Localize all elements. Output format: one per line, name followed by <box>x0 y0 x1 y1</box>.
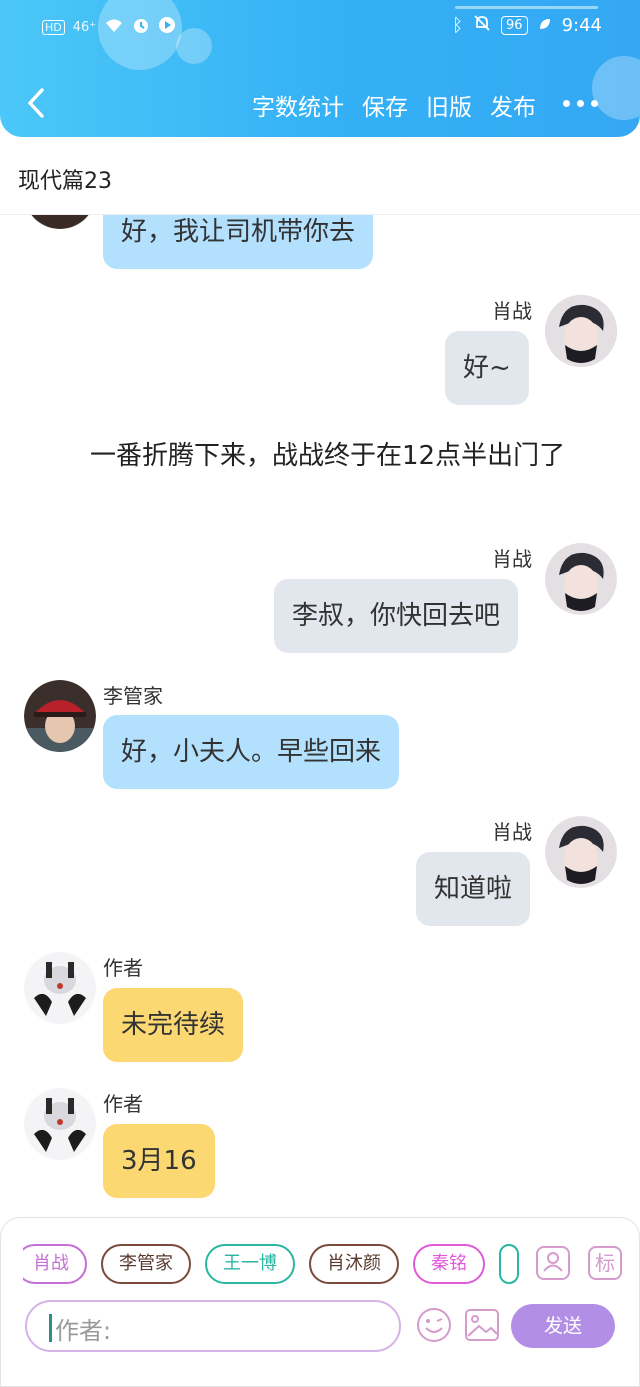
toolbar: 字数统计 保存 旧版 发布 <box>0 72 640 132</box>
message-bubble[interactable]: 知道啦 <box>416 852 531 926</box>
avatar-li-guanjia[interactable] <box>24 680 96 752</box>
chevron-left-icon[interactable] <box>22 86 52 120</box>
character-chip[interactable]: 肖沐颜 <box>309 1244 399 1284</box>
tag-button[interactable]: 标 <box>588 1246 622 1280</box>
sender-name: 作者 <box>103 1092 143 1116</box>
character-chip[interactable]: 秦铭 <box>413 1244 485 1284</box>
sender-name: 李管家 <box>103 684 163 708</box>
character-chip[interactable]: 李管家 <box>101 1244 191 1284</box>
chat-area[interactable]: 好，我让司机带你去 肖战 好~ 一番折腾下来，战战终于在12点半出门了 肖战 李… <box>0 215 640 1217</box>
status-bar: HD 46⁺ ᛒ 96 9:44 <box>0 0 640 56</box>
hd-icon: HD <box>42 19 65 35</box>
play-icon <box>158 16 176 38</box>
status-left-icons: HD 46⁺ <box>42 16 176 38</box>
character-chip[interactable]: 王一博 <box>205 1244 295 1284</box>
send-button[interactable]: 发送 <box>511 1304 615 1348</box>
message-bubble[interactable]: 李叔，你快回去吧 <box>274 579 519 653</box>
message-bubble[interactable]: 3月16 <box>103 1124 215 1198</box>
text-caret <box>49 1314 52 1342</box>
character-chips[interactable]: 肖战 李管家 王一博 肖沐颜 秦铭 <box>23 1244 521 1284</box>
sender-name: 肖战 <box>492 820 532 844</box>
word-count-button[interactable]: 字数统计 <box>252 88 344 122</box>
emoji-icon[interactable] <box>415 1306 453 1344</box>
old-version-button[interactable]: 旧版 <box>426 88 472 122</box>
4g-signal-icon: 46⁺ <box>72 19 97 35</box>
sender-name: 肖战 <box>492 299 532 323</box>
more-dots-icon[interactable] <box>563 100 598 107</box>
status-right-icons: ᛒ 96 9:44 <box>452 14 602 37</box>
bluetooth-icon: ᛒ <box>452 15 464 36</box>
wifi-icon <box>104 17 124 37</box>
avatar-xiao-zhan[interactable] <box>545 295 617 367</box>
toolbar-actions: 字数统计 保存 旧版 发布 <box>252 88 536 122</box>
message-bubble[interactable]: 未完待续 <box>103 988 244 1062</box>
save-button[interactable]: 保存 <box>362 88 408 122</box>
leaf-icon <box>538 15 552 36</box>
image-icon[interactable] <box>463 1306 501 1344</box>
clock-time: 9:44 <box>561 15 602 36</box>
page-title[interactable]: 现代篇23 <box>18 163 112 195</box>
input-placeholder: 作者: <box>55 1317 112 1345</box>
avatar-author[interactable] <box>24 1088 96 1160</box>
message-input[interactable]: 作者: <box>25 1300 401 1352</box>
narration-text[interactable]: 一番折腾下来，战战终于在12点半出门了 <box>38 433 598 479</box>
avatar-xiao-zhan[interactable] <box>545 543 617 615</box>
avatar-xiao-zhan[interactable] <box>545 816 617 888</box>
character-chip[interactable]: 肖战 <box>23 1244 87 1284</box>
sender-name: 作者 <box>103 956 143 980</box>
app-header: HD 46⁺ ᛒ 96 9:44 字数统计 保存 旧版 发布 <box>0 0 640 137</box>
alarm-icon <box>132 16 150 38</box>
avatar-li-guanjia[interactable] <box>24 215 96 229</box>
message-bubble[interactable]: 好，我让司机带你去 <box>103 215 374 269</box>
story-title-bar: 现代篇23 <box>0 137 640 215</box>
mute-bell-icon <box>473 14 491 37</box>
compose-panel: 肖战 李管家 王一博 肖沐颜 秦铭 标 作者: 发送 <box>0 1217 640 1387</box>
publish-button[interactable]: 发布 <box>490 88 536 122</box>
battery-indicator: 96 <box>501 16 528 35</box>
message-bubble[interactable]: 好~ <box>445 331 529 405</box>
person-card-icon[interactable] <box>536 1246 570 1280</box>
character-chip-partial[interactable] <box>499 1244 519 1284</box>
sender-name: 肖战 <box>492 547 532 571</box>
avatar-author[interactable] <box>24 952 96 1024</box>
status-indicator-line <box>455 6 598 9</box>
message-bubble[interactable]: 好，小夫人。早些回来 <box>103 715 400 789</box>
